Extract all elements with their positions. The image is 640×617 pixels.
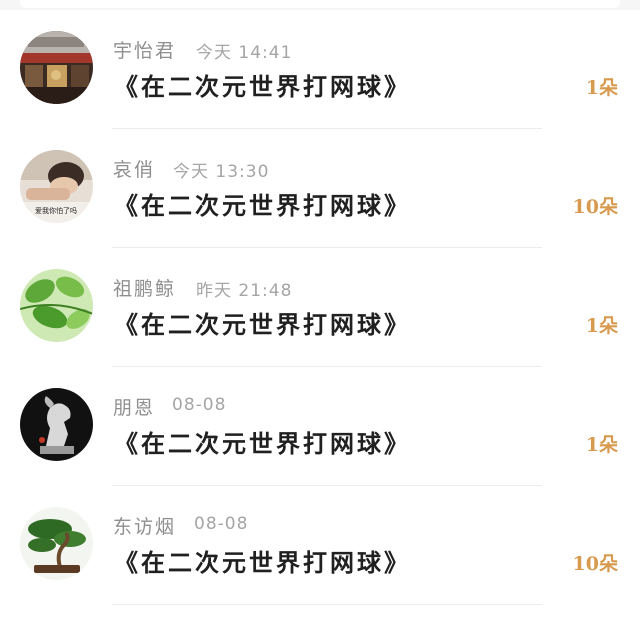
comment-time: 昨天 21:48 bbox=[196, 281, 293, 301]
commenter-name[interactable]: 祖鹏鲸 bbox=[113, 274, 176, 301]
list-footer-space bbox=[0, 605, 640, 617]
commenter-name[interactable]: 哀俏 bbox=[113, 155, 155, 182]
comment-list: 宇怡君 今天 14:41 《在二次元世界打网球》 1朵 爱我你怕了吗 哀俏 今天… bbox=[0, 10, 640, 605]
list-item[interactable]: 宇怡君 今天 14:41 《在二次元世界打网球》 1朵 bbox=[0, 10, 640, 129]
list-item[interactable]: 朋恩 08-08 《在二次元世界打网球》 1朵 bbox=[0, 367, 640, 486]
avatar-caption: 爱我你怕了吗 bbox=[35, 206, 77, 215]
book-title[interactable]: 《在二次元世界打网球》 bbox=[114, 305, 411, 340]
commenter-name[interactable]: 东访烟 bbox=[113, 512, 176, 539]
storefront-photo-avatar bbox=[20, 31, 93, 104]
list-item[interactable]: 爱我你怕了吗 哀俏 今天 13:30 《在二次元世界打网球》 10朵 bbox=[0, 129, 640, 248]
list-item[interactable]: 祖鹏鲸 昨天 21:48 《在二次元世界打网球》 1朵 bbox=[0, 248, 640, 367]
commenter-name[interactable]: 朋恩 bbox=[113, 393, 155, 420]
avatar[interactable] bbox=[20, 388, 93, 461]
bonsai-tree-photo-avatar bbox=[20, 507, 93, 580]
avatar[interactable]: 爱我你怕了吗 bbox=[20, 150, 93, 223]
sleeping-person-photo-avatar: 爱我你怕了吗 bbox=[20, 150, 93, 223]
book-title[interactable]: 《在二次元世界打网球》 bbox=[114, 186, 411, 221]
avatar[interactable] bbox=[20, 269, 93, 342]
top-card-edge bbox=[0, 0, 640, 10]
comment-time: 08-08 bbox=[194, 514, 249, 534]
book-title[interactable]: 《在二次元世界打网球》 bbox=[114, 424, 411, 459]
book-title[interactable]: 《在二次元世界打网球》 bbox=[114, 543, 411, 578]
comment-time: 08-08 bbox=[172, 395, 227, 415]
commenter-name[interactable]: 宇怡君 bbox=[113, 36, 176, 63]
flower-count: 10朵 bbox=[572, 196, 618, 218]
list-item[interactable]: 东访烟 08-08 《在二次元世界打网球》 10朵 bbox=[0, 486, 640, 605]
book-title[interactable]: 《在二次元世界打网球》 bbox=[114, 67, 411, 102]
flower-count: 10朵 bbox=[572, 553, 618, 575]
flower-count: 1朵 bbox=[585, 315, 618, 337]
comment-time: 今天 13:30 bbox=[173, 162, 270, 182]
green-leaves-photo-avatar bbox=[20, 269, 93, 342]
avatar[interactable] bbox=[20, 507, 93, 580]
avatar[interactable] bbox=[20, 31, 93, 104]
flower-count: 1朵 bbox=[585, 434, 618, 456]
comment-time: 今天 14:41 bbox=[196, 43, 293, 63]
horse-sculpture-photo-avatar bbox=[20, 388, 93, 461]
flower-count: 1朵 bbox=[585, 77, 618, 99]
